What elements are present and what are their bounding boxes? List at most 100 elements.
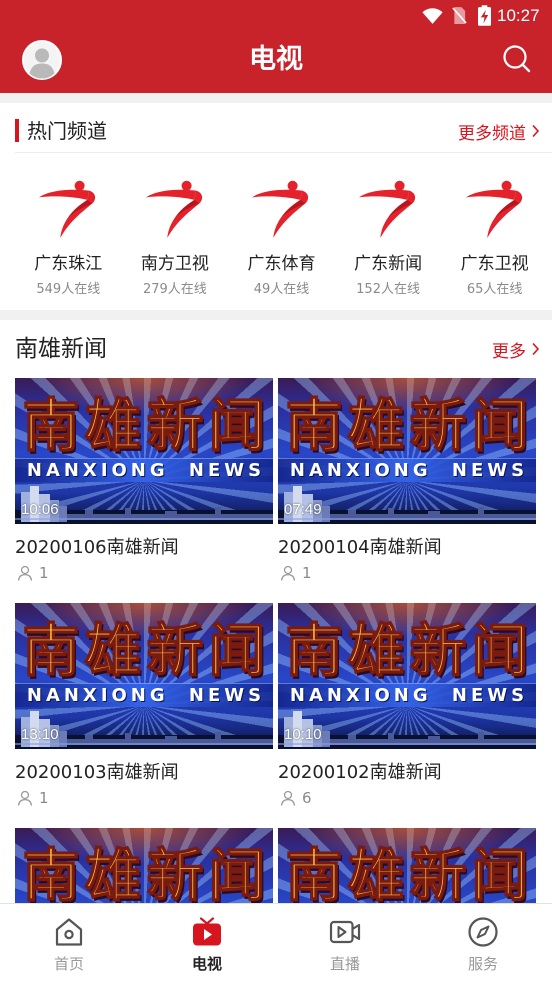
channel-logo <box>252 180 310 238</box>
more-news-link[interactable]: 更多 <box>492 334 540 364</box>
avatar-icon <box>22 40 62 80</box>
video-title[interactable]: 20200102南雄新闻 <box>278 760 536 786</box>
app-header: 电视 <box>0 30 552 93</box>
video-card[interactable]: 南雄新闻 NANXIONG NEWS 10:10 20200102南雄新闻 6 <box>278 603 536 808</box>
video-card[interactable]: 南雄新闻 NANXIONG NEWS 07:49 20200104南雄新闻 1 <box>278 378 536 583</box>
gdtv-logo-icon <box>252 180 309 238</box>
nav-item-tv[interactable]: 电视 <box>138 904 276 981</box>
video-view-count: 1 <box>15 788 273 808</box>
video-view-count: 6 <box>278 788 536 808</box>
compass-icon <box>468 917 498 947</box>
search-button[interactable] <box>502 44 532 74</box>
hot-channels-section: 热门频道 更多频道 广东珠江 549人在线 南方卫视 279人在线 广东体育 49人在… <box>0 103 552 310</box>
video-thumbnail[interactable]: 南雄新闻 NANXIONG NEWS 07:49 <box>278 378 536 524</box>
thumbnail-band: NANXIONG NEWS <box>278 458 536 482</box>
thumbnail-subtitle: NANXIONG NEWS <box>26 685 266 706</box>
page-title: 电视 <box>249 44 303 75</box>
thumbnail-subtitle: NANXIONG NEWS <box>26 460 266 481</box>
chevron-right-icon <box>532 124 540 138</box>
battery-charging-icon <box>478 5 491 26</box>
video-title[interactable]: 20200103南雄新闻 <box>15 760 273 786</box>
video-title[interactable]: 20200104南雄新闻 <box>278 535 536 561</box>
view-count-value: 1 <box>39 564 49 582</box>
search-icon <box>503 45 531 73</box>
view-count-value: 1 <box>39 789 49 807</box>
channel-viewer-count: 152人在线 <box>356 282 420 297</box>
video-title[interactable]: 20200106南雄新闻 <box>15 535 273 561</box>
person-icon <box>17 790 33 806</box>
view-count-value: 6 <box>302 789 312 807</box>
section-accent-bar <box>15 119 19 142</box>
video-grid: 南雄新闻 NANXIONG NEWS 10:06 20200106南雄新闻 1 南雄新… <box>15 378 536 981</box>
video-duration: 10:10 <box>284 726 322 743</box>
bottom-nav: 首页 电视 直播 服务 <box>0 903 552 981</box>
video-thumbnail[interactable]: 南雄新闻 NANXIONG NEWS 10:10 <box>278 603 536 749</box>
video-card[interactable]: 南雄新闻 NANXIONG NEWS 10:06 20200106南雄新闻 1 <box>15 378 273 583</box>
video-duration: 10:06 <box>21 501 59 518</box>
tv-icon <box>193 917 221 946</box>
nav-label: 直播 <box>329 955 360 973</box>
more-channels-label: 更多频道 <box>458 123 526 144</box>
thumbnail-subtitle: NANXIONG NEWS <box>289 685 529 706</box>
no-sim-icon <box>452 7 467 24</box>
live-video-icon <box>329 920 361 944</box>
gdtv-logo-icon <box>145 180 203 238</box>
thumbnail-band: NANXIONG NEWS <box>278 683 536 707</box>
channel-viewer-count: 65人在线 <box>466 282 523 297</box>
channel-logo <box>145 180 204 238</box>
more-channels-link[interactable]: 更多频道 <box>458 116 540 146</box>
video-view-count: 1 <box>278 563 536 583</box>
video-view-count: 1 <box>15 563 273 583</box>
nav-label: 电视 <box>191 955 222 973</box>
channel-name: 广东体育 <box>247 254 316 274</box>
chevron-right-icon <box>532 342 540 356</box>
nav-item-home[interactable]: 首页 <box>0 904 138 981</box>
nav-label: 首页 <box>53 955 84 973</box>
thumbnail-title: 南雄新闻 <box>22 618 271 684</box>
channel-viewer-count: 279人在线 <box>142 282 207 297</box>
channel-viewer-count: 49人在线 <box>253 282 310 297</box>
channel-logo <box>465 180 524 238</box>
avatar[interactable] <box>22 40 62 80</box>
section-title: 南雄新闻 <box>15 336 107 362</box>
thumbnail-title: 南雄新闻 <box>22 393 271 459</box>
gdtv-logo-icon <box>465 180 522 238</box>
status-time: 10:27 <box>497 6 540 25</box>
thumbnail-title: 南雄新闻 <box>285 843 534 909</box>
gdtv-logo-icon <box>359 180 416 238</box>
thumbnail-subtitle: NANXIONG NEWS <box>289 460 529 481</box>
more-news-label: 更多 <box>492 341 526 362</box>
video-duration: 13:10 <box>21 726 59 743</box>
channel-name: 广东珠江 <box>34 254 103 274</box>
channel-logo <box>39 180 97 238</box>
channel-item[interactable]: 广东新闻 152人在线 <box>335 153 442 310</box>
video-duration: 07:49 <box>284 501 322 518</box>
channel-name: 南方卫视 <box>140 254 209 274</box>
nav-label: 服务 <box>467 955 498 973</box>
status-bar: 10:27 <box>0 0 552 30</box>
nav-item-live[interactable]: 直播 <box>276 904 414 981</box>
video-card[interactable]: 南雄新闻 NANXIONG NEWS 13:10 20200103南雄新闻 1 <box>15 603 273 808</box>
channel-item[interactable]: 广东珠江 549人在线 <box>15 153 122 310</box>
section-title: 热门频道 <box>27 119 107 143</box>
news-section: 南雄新闻 更多 南雄新闻 NANXIONG NEWS 10:06 20200106南… <box>0 320 552 981</box>
thumbnail-title: 南雄新闻 <box>285 618 534 684</box>
view-count-value: 1 <box>302 564 312 582</box>
channel-item[interactable]: 南方卫视 279人在线 <box>122 153 229 310</box>
person-icon <box>17 565 33 581</box>
channel-item[interactable]: 广东体育 49人在线 <box>228 153 335 310</box>
person-icon <box>280 790 296 806</box>
video-thumbnail[interactable]: 南雄新闻 NANXIONG NEWS 10:06 <box>15 378 273 524</box>
thumbnail-title: 南雄新闻 <box>22 843 271 909</box>
home-icon <box>55 918 83 946</box>
nav-item-service[interactable]: 服务 <box>414 904 552 981</box>
channel-name: 广东卫视 <box>460 254 529 274</box>
channel-item[interactable]: 广东卫视 65人在线 <box>441 153 548 310</box>
wifi-icon <box>422 8 443 24</box>
channel-logo <box>359 180 417 238</box>
channel-viewer-count: 549人在线 <box>36 282 101 297</box>
video-thumbnail[interactable]: 南雄新闻 NANXIONG NEWS 13:10 <box>15 603 273 749</box>
thumbnail-title: 南雄新闻 <box>285 393 534 459</box>
person-icon <box>280 565 296 581</box>
channel-list: 广东珠江 549人在线 南方卫视 279人在线 广东体育 49人在线 广东新闻 152人… <box>15 153 548 310</box>
